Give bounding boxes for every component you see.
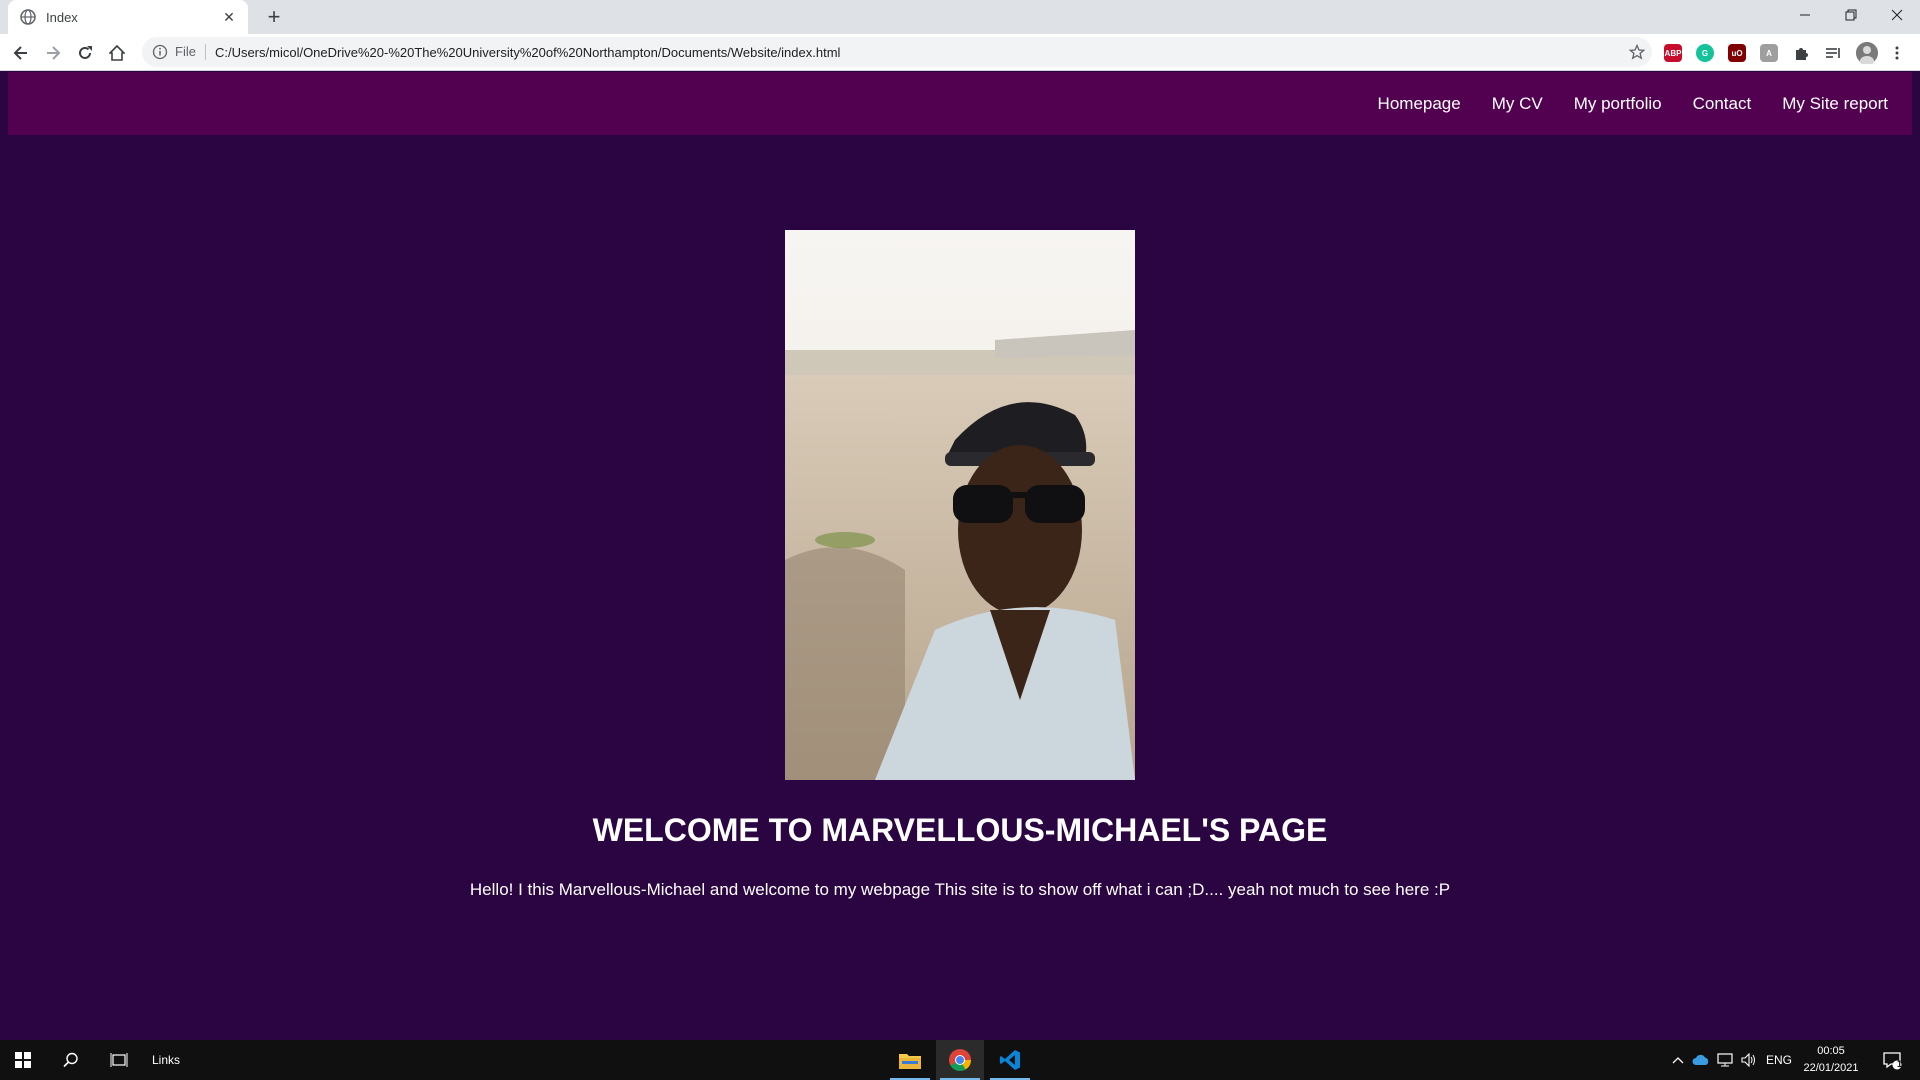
volume-icon[interactable] [1738,1040,1760,1080]
generic-extension-label: A [1766,48,1772,58]
reading-list-icon[interactable] [1824,44,1842,62]
puzzle-extensions-icon[interactable] [1792,44,1810,62]
ublock-origin-icon[interactable]: uO [1728,44,1746,62]
onedrive-cloud-icon[interactable] [1690,1040,1712,1080]
network-icon[interactable] [1714,1040,1736,1080]
generic-extension-icon[interactable]: A [1760,44,1778,62]
close-window-icon[interactable] [1874,0,1920,30]
bookmark-star-icon[interactable] [1622,44,1652,60]
tab-title: Index [46,9,78,25]
minimize-icon[interactable] [1782,0,1828,30]
chrome-icon[interactable] [936,1040,984,1080]
forward-arrow-icon[interactable] [38,38,68,68]
reload-icon[interactable] [70,38,100,68]
restore-icon[interactable] [1828,0,1874,30]
browser-tabstrip: Index ✕ + [0,0,1920,34]
home-icon[interactable] [102,38,132,68]
grammarly-label: G [1701,48,1709,58]
nav-link-my-portfolio[interactable]: My portfolio [1574,94,1662,114]
profile-avatar-icon[interactable] [1856,42,1878,64]
vscode-icon[interactable] [986,1040,1034,1080]
clock-date: 22/01/2021 [1803,1062,1859,1074]
address-bar[interactable]: File C:/Users/micol/OneDrive%20-%20The%2… [142,37,1652,67]
browser-tab[interactable]: Index ✕ [8,0,248,34]
adblock-plus-label: ABP [1664,48,1682,58]
site-navigation: Homepage My CV My portfolio Contact My S… [8,72,1912,135]
website-page: Homepage My CV My portfolio Contact My S… [0,72,1920,1040]
new-tab-button[interactable]: + [260,4,288,30]
tab-close-icon[interactable]: ✕ [220,9,238,26]
nav-link-site-report[interactable]: My Site report [1782,94,1888,114]
url-text[interactable]: C:/Users/micol/OneDrive%20-%20The%20Univ… [215,45,1622,60]
grammarly-icon[interactable]: G [1696,44,1714,62]
windows-start-icon[interactable] [0,1040,46,1080]
menu-kebab-icon[interactable] [1888,44,1906,62]
back-arrow-icon[interactable] [6,38,36,68]
nav-link-homepage[interactable]: Homepage [1378,94,1461,114]
file-explorer-icon[interactable] [886,1040,934,1080]
windows-taskbar: Links ENG 00:05 22/01/2021 1 [0,1040,1920,1080]
browser-toolbar: File C:/Users/micol/OneDrive%20-%20The%2… [0,34,1920,71]
ublock-origin-label: uO [1731,48,1743,58]
globe-icon [20,9,36,25]
url-scheme-label: File [175,44,206,60]
page-heading: WELCOME TO MARVELLOUS-MICHAEL'S PAGE [592,812,1328,848]
profile-photo [785,230,1135,780]
adblock-plus-icon[interactable]: ABP [1664,44,1682,62]
nav-link-my-cv[interactable]: My CV [1492,94,1543,114]
info-icon[interactable] [152,44,168,60]
notification-count-badge: 1 [1897,1059,1903,1069]
task-view-icon[interactable] [96,1040,142,1080]
search-icon[interactable] [48,1040,94,1080]
nav-link-contact[interactable]: Contact [1693,94,1752,114]
input-language-indicator[interactable]: ENG [1764,1040,1794,1080]
intro-paragraph: Hello! I this Marvellous-Michael and wel… [469,880,1451,899]
system-clock[interactable]: 00:05 22/01/2021 [1796,1043,1866,1077]
action-center-notification-icon[interactable]: 1 [1872,1040,1912,1080]
clock-time: 00:05 [1817,1045,1845,1057]
links-toolbar-label[interactable]: Links [146,1040,186,1080]
show-hidden-icons-chevron-icon[interactable] [1668,1040,1688,1080]
